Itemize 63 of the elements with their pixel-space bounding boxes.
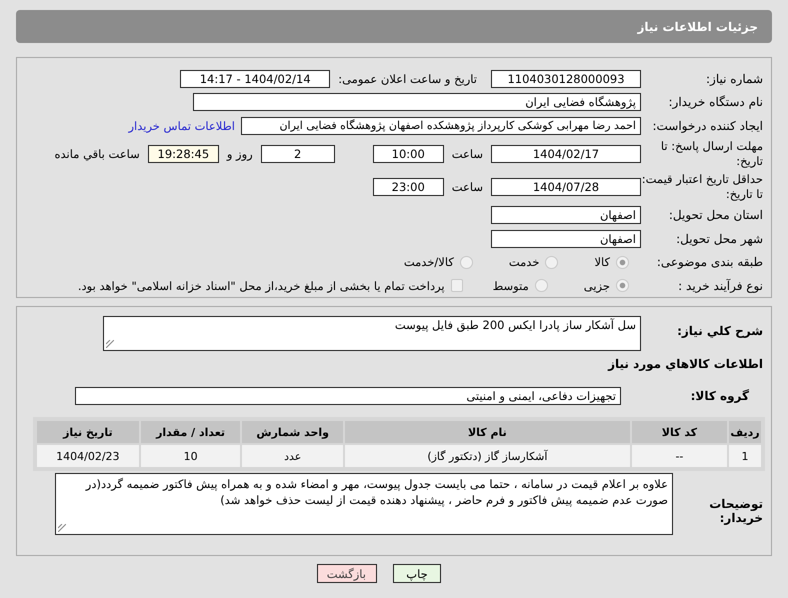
input-field: 1404/07/28: [491, 178, 641, 196]
field-label: روز و: [226, 147, 253, 161]
text-area: سل آشکار ساز پادرا ایکس 200 طبق فایل پیوست: [103, 316, 641, 351]
input-field: احمد رضا مهرابی کوشکی کارپرداز پژوهشکده اصفهان پژوهشگاه فضایی ایران: [241, 116, 641, 135]
countdown-field: 19:28:45: [148, 145, 219, 163]
checkbox[interactable]: [450, 279, 463, 292]
field-label: شهر محل تحویل:: [675, 232, 764, 246]
field-label: ایجاد کننده درخواست:: [651, 118, 764, 133]
column-header: نام کالا: [344, 421, 630, 443]
radio-button[interactable]: [545, 256, 558, 269]
radio-button[interactable]: [616, 279, 629, 292]
field-label: نوع فرآیند خرید :: [677, 278, 764, 293]
column-header: واحد شمارش: [242, 421, 343, 443]
input-field: 10:00: [372, 145, 444, 163]
back-button[interactable]: بازگشت: [317, 564, 377, 583]
field-label: تاریخ و ساعت اعلان عمومی:: [338, 72, 477, 86]
field-label: گروه کالا:: [690, 389, 750, 403]
column-header: تاریخ نیاز: [37, 421, 139, 443]
column-header: رديف: [729, 421, 761, 443]
column-header: تعداد / مقدار: [140, 421, 240, 443]
input-field: 2: [260, 145, 335, 163]
field-label: ساعت باقي مانده: [54, 147, 140, 161]
radio-label: خدمت: [508, 255, 540, 270]
table-cell: آشکارساز گاز (دتکتور گاز): [344, 445, 630, 467]
resize-grip-icon: [106, 340, 114, 348]
field-label: ساعت: [452, 180, 483, 194]
page-title: جزئیات اطلاعات نیاز: [637, 20, 758, 34]
table-cell: 1: [729, 445, 761, 467]
radio-button[interactable]: [534, 279, 548, 292]
input-field: تجهیزات دفاعی، ایمنی و امنیتی: [75, 387, 621, 405]
field-label: استان محل تحویل:: [668, 208, 764, 222]
input-field: 1404/02/17: [491, 145, 641, 163]
radio-label: متوسط: [492, 278, 529, 293]
field-label: توضیحات خریدار:: [708, 496, 764, 525]
checkbox-label: پرداخت تمام یا بخشی از مبلغ خرید،از محل "اسناد خزانه اسلامی" خواهد بود.: [78, 278, 445, 293]
field-label: طبقه بندی موضوعی:: [656, 255, 764, 270]
field-label: شرح کلي نياز:: [676, 323, 764, 338]
contact-link[interactable]: اطلاعات تماس خریدار: [128, 118, 235, 133]
table-cell: 10: [140, 445, 240, 467]
field-label: شماره نیاز:: [705, 72, 764, 86]
input-field: 23:00: [372, 178, 444, 196]
field-label: نام دستگاه خریدار:: [668, 95, 764, 110]
input-field: 1104030128000093: [491, 70, 641, 88]
input-field: پژوهشگاه فضایی ایران: [193, 93, 641, 112]
table-cell: --: [632, 445, 728, 467]
print-button[interactable]: چاپ: [393, 564, 441, 583]
section-title: اطلاعات کالاهاي مورد نياز: [606, 356, 764, 373]
column-header: کد کالا: [632, 421, 728, 443]
radio-label: جزیی: [584, 278, 610, 293]
input-field: اصفهان: [491, 230, 641, 248]
radio-label: کالا: [594, 255, 610, 270]
table-cell: 1404/02/23: [37, 445, 139, 467]
field-label: مهلت ارسال پاسخ: تا تاریخ:: [660, 139, 764, 169]
radio-label: کالا/خدمت: [404, 255, 454, 270]
radio-button[interactable]: [616, 256, 629, 269]
input-field: 1404/02/14 - 14:17: [180, 70, 330, 88]
field-label: حداقل تاریخ اعتبار قیمت: تا تاریخ:: [641, 172, 764, 202]
field-label: ساعت: [452, 147, 483, 161]
table-cell: عدد: [242, 445, 343, 467]
text-area: علاوه بر اعلام قیمت در سامانه ، حتما می بایست جدول پیوست، مهر و امضاء شده و به همراه پیش فاکتور ضمیمه گردد(در صورت عدم ضمیمه پیش فاکتور و فرم حاضر ، پیشنهاد دهنده قیمت از لیست حذف خواهد شد): [55, 473, 673, 535]
radio-button[interactable]: [460, 256, 473, 269]
input-field: اصفهان: [491, 206, 641, 224]
resize-grip-icon: [58, 524, 66, 532]
